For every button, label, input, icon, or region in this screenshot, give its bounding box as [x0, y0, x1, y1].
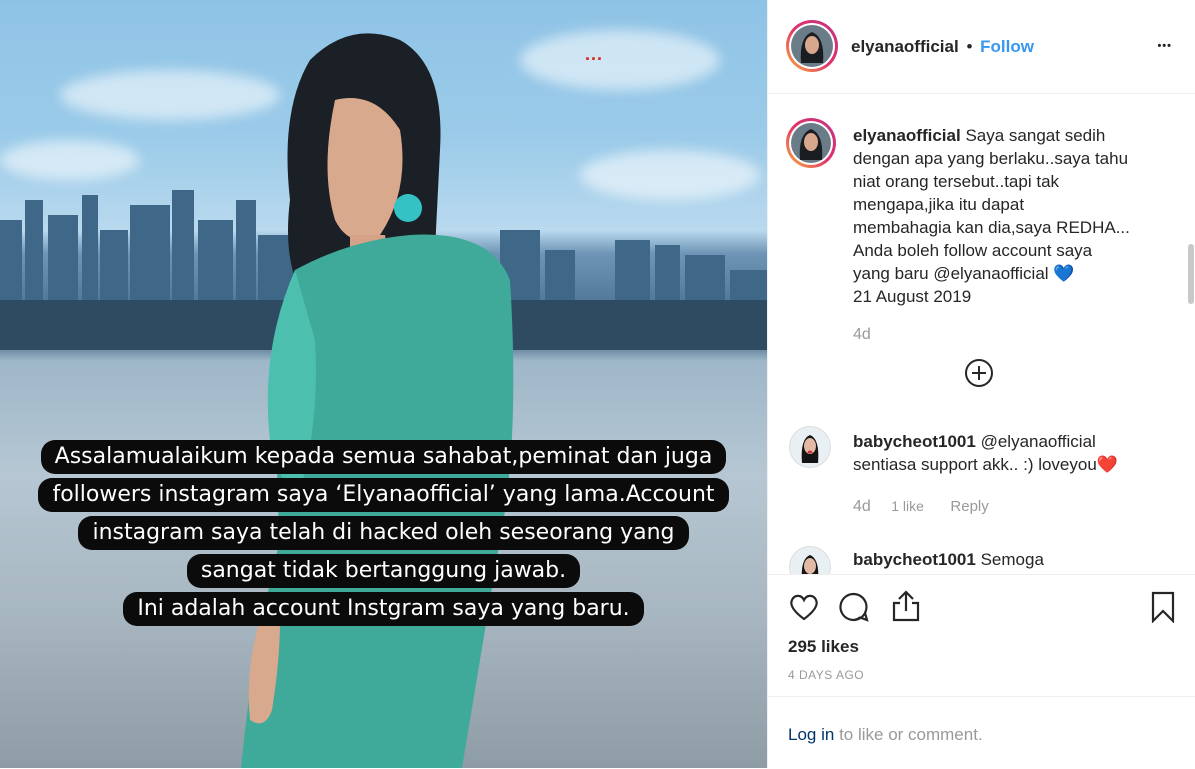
follow-button[interactable]: Follow — [980, 37, 1034, 56]
more-options-icon[interactable]: ••• — [1157, 40, 1172, 52]
caption-age: 4d — [853, 326, 871, 343]
post-sidebar: elyanaofficial • Follow ••• elyanaoffici… — [767, 0, 1195, 768]
login-link[interactable]: Log in — [788, 725, 834, 744]
post-timestamp: 4 DAYS AGO — [788, 668, 865, 682]
header-username[interactable]: elyanaofficial — [851, 37, 959, 56]
post-caption: elyanaofficial Saya sangat sedih dengan … — [853, 124, 1183, 308]
comment-likes[interactable]: 1 like — [891, 498, 924, 514]
avatar[interactable] — [789, 546, 831, 574]
commenter-avatar-icon — [801, 435, 819, 463]
cloud — [0, 140, 140, 180]
header-user-line: elyanaofficial • Follow — [851, 37, 1034, 57]
image-caption-line-5: Ini adalah account Instgram saya yang ba… — [0, 592, 767, 626]
login-rest-text: to like or comment. — [839, 725, 983, 744]
comment-meta: 4d 1 like Reply — [853, 498, 989, 516]
image-caption-line-3: instagram saya telah di hacked oleh sese… — [0, 516, 767, 550]
image-caption-line-4: sangat tidak bertanggung jawab. — [0, 554, 767, 588]
avatar[interactable] — [789, 23, 835, 69]
profile-photo-icon — [791, 25, 833, 67]
comment-text: Semoga — [980, 550, 1044, 569]
login-prompt: Log in to like or comment. — [788, 725, 983, 745]
caption-line: Anda boleh follow account saya — [853, 241, 1093, 260]
caption-text: instagram saya telah di hacked oleh sese… — [78, 516, 689, 550]
caption-text: Ini adalah account Instgram saya yang ba… — [123, 592, 644, 626]
commenter-avatar-icon — [801, 555, 819, 574]
avatar[interactable] — [789, 426, 831, 468]
comment-text: @elyanaofficial — [980, 432, 1096, 451]
image-caption-line-1: Assalamualaikum kepada semua sahabat,pem… — [0, 440, 767, 474]
caption-line: mengapa,jika itu dapat — [853, 195, 1025, 214]
comment-username[interactable]: babycheot1001 — [853, 432, 976, 451]
comments-list[interactable]: elyanaofficial Saya sangat sedih dengan … — [768, 94, 1195, 574]
comment-username[interactable]: babycheot1001 — [853, 550, 976, 569]
comment-age: 4d — [853, 498, 871, 515]
reply-button[interactable]: Reply — [950, 498, 988, 515]
avatar[interactable] — [789, 121, 833, 165]
caption-line: dengan apa yang berlaku..saya tahu — [853, 149, 1129, 168]
likes-count[interactable]: 295 likes — [788, 637, 859, 657]
bookmark-icon[interactable] — [1150, 591, 1176, 624]
caption-line: yang baru @elyanaofficial 💙 — [853, 264, 1075, 283]
caption-text: Assalamualaikum kepada semua sahabat,pem… — [40, 440, 727, 474]
caption-line: Saya sangat sedih — [965, 126, 1106, 145]
comment-item: babycheot1001 Semoga — [853, 548, 1183, 571]
scrollbar[interactable] — [1188, 244, 1194, 304]
login-bar: Log in to like or comment. — [768, 696, 1195, 769]
red-dots: ... — [585, 44, 604, 64]
share-icon[interactable] — [890, 589, 922, 623]
heart-icon[interactable] — [788, 591, 820, 623]
caption-date: 21 August 2019 — [853, 287, 972, 306]
woman-figure — [241, 33, 514, 768]
separator-dot: • — [966, 37, 973, 56]
caption-text: followers instagram saya ‘Elyanaofficial… — [38, 478, 729, 512]
post-actions: 295 likes 4 DAYS AGO — [768, 574, 1195, 697]
post-image[interactable]: ... Assalamualaikum kepada semua sahabat… — [0, 0, 767, 768]
comment-item: babycheot1001 @elyanaofficial sentiasa s… — [853, 430, 1183, 476]
caption-username[interactable]: elyanaofficial — [853, 126, 961, 145]
caption-line: membahagia kan dia,saya REDHA... — [853, 218, 1130, 237]
profile-photo-icon — [791, 123, 831, 163]
plus-circle-icon[interactable] — [964, 358, 994, 388]
caption-text: sangat tidak bertanggung jawab. — [186, 554, 581, 588]
caption-line: niat orang tersebut..tapi tak — [853, 172, 1060, 191]
image-caption-line-2: followers instagram saya ‘Elyanaofficial… — [0, 478, 767, 512]
comment-icon[interactable] — [838, 591, 870, 623]
post-header: elyanaofficial • Follow ••• — [768, 0, 1195, 94]
comment-text: sentiasa support akk.. :) loveyou❤️ — [853, 455, 1118, 474]
